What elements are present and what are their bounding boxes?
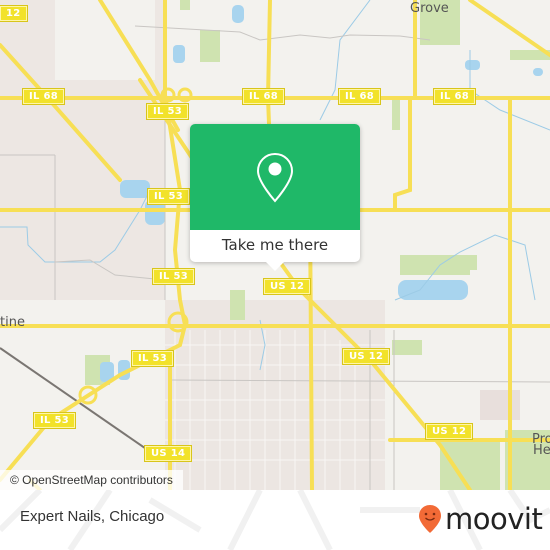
map-attribution[interactable]: © OpenStreetMap contributors	[0, 470, 183, 490]
route-shield-us-12: US 12	[424, 423, 474, 440]
destination-popup: Take me there	[190, 124, 360, 271]
route-shield-il-53: IL 53	[147, 188, 190, 205]
place-label-palatine: tine	[0, 315, 25, 330]
route-shield-il-53: IL 53	[131, 350, 174, 367]
place-label-prospect-heights: He	[533, 443, 550, 458]
take-me-there-button[interactable]: Take me there	[190, 230, 360, 262]
route-shield-il-53: IL 53	[152, 268, 195, 285]
moovit-pin-icon	[419, 505, 441, 533]
location-pin-icon	[256, 152, 294, 203]
moovit-logo[interactable]: moovit	[418, 501, 543, 537]
place-label-buffalo-grove: Grove	[410, 1, 449, 16]
route-shield-il-53: IL 53	[33, 412, 76, 429]
open-area	[55, 0, 155, 80]
route-shield-il-68: IL 68	[22, 88, 65, 105]
route-shield-il-68: IL 68	[242, 88, 285, 105]
route-shield-us-14: US 14	[143, 445, 193, 462]
popup-pointer	[266, 262, 284, 271]
residential-area	[480, 390, 520, 420]
place-name: Expert Nails, Chicago	[20, 508, 165, 525]
route-shield-il-68: IL 68	[433, 88, 476, 105]
route-shield-il-53: IL 53	[146, 103, 189, 120]
popup-header	[190, 124, 360, 230]
route-shield-us-12: US 12	[262, 278, 312, 295]
moovit-wordmark: moovit	[445, 502, 543, 536]
footer: Expert Nails, Chicago moovit	[0, 490, 550, 550]
route-shield-us-12: US 12	[341, 348, 391, 365]
map[interactable]: 12 IL 68 IL 68 IL 68 IL 68 IL 53 IL 53 I…	[0, 0, 550, 490]
residential-area	[165, 300, 385, 490]
route-shield-us-12: 12	[0, 5, 28, 22]
route-shield-il-68: IL 68	[338, 88, 381, 105]
